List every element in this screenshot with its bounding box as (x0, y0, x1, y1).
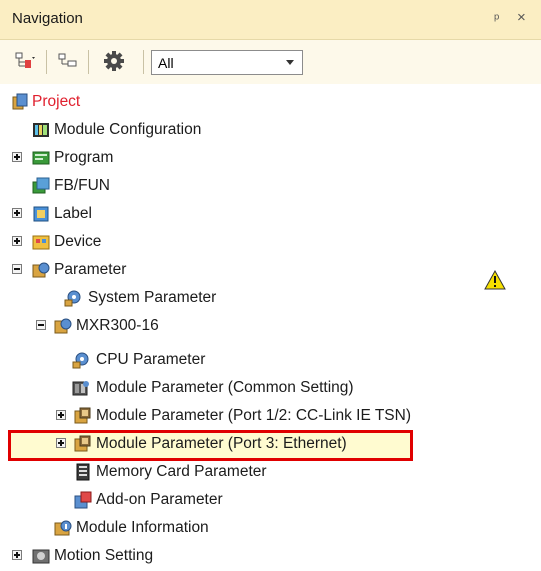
tree-item-program[interactable]: Program (0, 144, 541, 172)
window-title: Navigation (12, 10, 83, 27)
tree-item-fb-fun[interactable]: FB/FUN (0, 172, 541, 200)
expand-tree-icon (15, 52, 35, 68)
network-module-icon (74, 407, 91, 424)
collapse-icon[interactable] (12, 264, 22, 274)
add-on-icon (74, 491, 92, 509)
tree-item-label: Parameter (54, 261, 127, 278)
navigation-toolbar: All (0, 40, 541, 84)
tree-item-project[interactable]: Project (0, 88, 541, 116)
chevron-down-icon (286, 60, 294, 65)
tree-item-label: CPU Parameter (96, 351, 206, 368)
tree-item-device[interactable]: Device (0, 228, 541, 256)
device-icon (32, 235, 50, 250)
tree-item-label: Memory Card Parameter (96, 463, 267, 480)
gear-icon (104, 51, 124, 71)
expand-icon[interactable] (12, 550, 22, 560)
navigation-title-bar: Navigation ᵖ × (0, 0, 541, 40)
tree-item-module-parameter-port3[interactable]: Module Parameter (Port 3: Ethernet) (0, 430, 541, 458)
tree-item-label: Label (54, 205, 92, 222)
expand-icon[interactable] (56, 438, 66, 448)
parameter-icon (32, 262, 50, 278)
module-parameter-icon (72, 381, 89, 396)
collapse-icon[interactable] (36, 320, 46, 330)
tree-item-label: Module Parameter (Port 1/2: CC-Link IE T… (96, 407, 411, 424)
tree-item-mxr300-16[interactable]: MXR300-16 (0, 312, 541, 340)
collapse-tree-icon (58, 53, 77, 67)
expand-icon[interactable] (56, 410, 66, 420)
collapse-tree-button[interactable] (54, 48, 82, 74)
memory-card-icon (76, 463, 90, 481)
tree-item-label: Module Configuration (54, 121, 202, 138)
tree-item-system-parameter[interactable]: System Parameter (0, 284, 541, 312)
motion-setting-icon (32, 549, 50, 564)
tree-item-label: System Parameter (88, 289, 217, 306)
program-icon (32, 151, 50, 165)
settings-button[interactable] (100, 48, 128, 74)
tree-item-label: Project (32, 93, 81, 110)
expand-icon[interactable] (12, 152, 22, 162)
label-icon (33, 206, 49, 222)
filter-dropdown[interactable]: All (151, 50, 303, 75)
close-icon[interactable]: × (517, 9, 526, 26)
navigation-tree: Project Module Configuration Program FB/… (0, 84, 541, 571)
tree-item-parameter[interactable]: Parameter (0, 256, 541, 284)
tree-item-label: Device (54, 233, 102, 250)
tree-item-label-node[interactable]: Label (0, 200, 541, 228)
tree-item-label: Module Parameter (Common Setting) (96, 379, 354, 396)
tree-item-add-on-parameter[interactable]: Add-on Parameter (0, 486, 541, 514)
cpu-parameter-icon (72, 352, 89, 369)
expand-icon[interactable] (12, 236, 22, 246)
tree-item-module-parameter-common[interactable]: Module Parameter (Common Setting) (0, 374, 541, 402)
tree-item-label: Module Information (76, 519, 209, 536)
tree-item-label: Motion Setting (54, 547, 154, 564)
network-module-icon (74, 435, 91, 452)
tree-item-label: Module Parameter (Port 3: Ethernet) (96, 435, 347, 452)
tree-item-label: Program (54, 149, 114, 166)
fb-fun-icon (32, 177, 50, 194)
tree-item-cpu-parameter[interactable]: CPU Parameter (0, 346, 541, 374)
tree-item-module-parameter-port12[interactable]: Module Parameter (Port 1/2: CC-Link IE T… (0, 402, 541, 430)
tree-item-module-information[interactable]: Module Information (0, 514, 541, 542)
tree-item-label: Add-on Parameter (96, 491, 223, 508)
module-information-icon (54, 520, 72, 536)
module-configuration-icon (33, 123, 49, 137)
expand-icon[interactable] (12, 208, 22, 218)
system-parameter-icon (64, 290, 81, 307)
expand-tree-button[interactable] (12, 48, 40, 74)
project-icon (12, 93, 28, 110)
tree-item-memory-card-parameter[interactable]: Memory Card Parameter (0, 458, 541, 486)
filter-selected-value: All (158, 55, 174, 71)
pin-icon[interactable]: ᵖ (494, 10, 499, 26)
tree-item-label: FB/FUN (54, 177, 110, 194)
cpu-module-icon (54, 318, 72, 334)
tree-item-motion-setting[interactable]: Motion Setting (0, 542, 541, 570)
tree-item-module-configuration[interactable]: Module Configuration (0, 116, 541, 144)
warning-icon (484, 270, 506, 290)
tree-item-label: MXR300-16 (76, 317, 159, 334)
